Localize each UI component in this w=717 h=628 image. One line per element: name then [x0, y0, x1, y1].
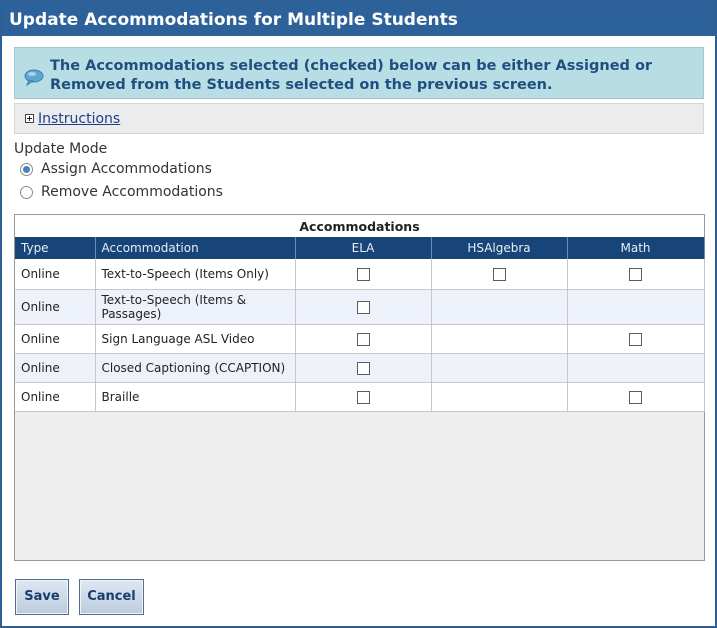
instructions-panel: Instructions — [14, 103, 704, 134]
header-ela[interactable]: ELA — [295, 237, 432, 259]
info-line-2: Removed from the Students selected on th… — [50, 77, 553, 93]
type-cell: Online — [15, 259, 96, 290]
ela-checkbox[interactable] — [356, 390, 370, 404]
header-type[interactable]: Type — [15, 237, 96, 259]
math-cell — [567, 382, 705, 412]
ela-cell — [295, 353, 432, 383]
table-row: Online Text-to-Speech (Items & Passages) — [15, 289, 705, 325]
table-row: Online Closed Captioning (CCAPTION) — [15, 353, 705, 383]
type-cell: Online — [15, 353, 96, 383]
accommodation-cell: Closed Captioning (CCAPTION) — [95, 353, 296, 383]
type-cell: Online — [15, 289, 96, 325]
dialog-title: Update Accommodations for Multiple Stude… — [9, 10, 458, 30]
ela-cell — [295, 289, 432, 325]
hsalgebra-cell — [431, 382, 568, 412]
math-checkbox[interactable] — [629, 390, 643, 404]
table-row: Online Sign Language ASL Video — [15, 324, 705, 354]
accommodations-grid: Accommodations Type Accommodation ELA HS… — [14, 214, 705, 561]
ela-cell — [295, 324, 432, 354]
accommodation-cell: Sign Language ASL Video — [95, 324, 296, 354]
info-line-1: The Accommodations selected (checked) be… — [50, 58, 653, 74]
table-row: Online Text-to-Speech (Items Only) — [15, 259, 705, 290]
header-math[interactable]: Math — [567, 237, 705, 259]
ela-cell — [295, 259, 432, 290]
remove-radio-label: Remove Accommodations — [41, 184, 223, 200]
type-cell: Online — [15, 324, 96, 354]
ela-checkbox[interactable] — [356, 332, 370, 346]
table-row: Online Braille — [15, 382, 705, 412]
header-accommodation[interactable]: Accommodation — [95, 237, 296, 259]
instructions-link[interactable]: Instructions — [38, 111, 120, 127]
title-bar: Update Accommodations for Multiple Stude… — [2, 2, 715, 36]
hsalgebra-cell — [431, 259, 568, 290]
info-text: The Accommodations selected (checked) be… — [50, 57, 652, 95]
table-header-row: Type Accommodation ELA HSAlgebra Math — [15, 237, 705, 259]
ela-checkbox[interactable] — [356, 300, 370, 314]
speech-bubble-icon — [24, 69, 44, 86]
info-message: The Accommodations selected (checked) be… — [14, 47, 704, 99]
math-cell — [567, 289, 705, 325]
assign-radio[interactable] — [20, 163, 33, 176]
assign-radio-label: Assign Accommodations — [41, 161, 212, 177]
hsalgebra-cell — [431, 289, 568, 325]
ela-cell — [295, 382, 432, 412]
ela-checkbox[interactable] — [356, 361, 370, 375]
remove-radio[interactable] — [20, 186, 33, 199]
hsalgebra-cell — [431, 324, 568, 354]
math-cell — [567, 259, 705, 290]
header-hsalgebra[interactable]: HSAlgebra — [431, 237, 568, 259]
accommodation-cell: Braille — [95, 382, 296, 412]
accommodations-table: Accommodations Type Accommodation ELA HS… — [15, 215, 705, 412]
update-accommodations-dialog: Update Accommodations for Multiple Stude… — [0, 0, 717, 628]
plus-box-icon[interactable] — [25, 114, 34, 123]
type-cell: Online — [15, 382, 96, 412]
accommodation-cell: Text-to-Speech (Items & Passages) — [95, 289, 296, 325]
update-mode-label: Update Mode — [14, 141, 108, 157]
accommodation-line-1: Text-to-Speech (Items & — [101, 292, 247, 307]
table-caption: Accommodations — [15, 215, 705, 237]
accommodation-cell: Text-to-Speech (Items Only) — [95, 259, 296, 290]
hsalgebra-checkbox[interactable] — [492, 267, 506, 281]
accommodation-line-2: Passages) — [101, 306, 162, 321]
ela-checkbox[interactable] — [356, 267, 370, 281]
math-cell — [567, 353, 705, 383]
hsalgebra-cell — [431, 353, 568, 383]
cancel-button[interactable]: Cancel — [79, 579, 144, 615]
math-checkbox[interactable] — [629, 267, 643, 281]
math-cell — [567, 324, 705, 354]
math-checkbox[interactable] — [629, 332, 643, 346]
save-button[interactable]: Save — [15, 579, 69, 615]
